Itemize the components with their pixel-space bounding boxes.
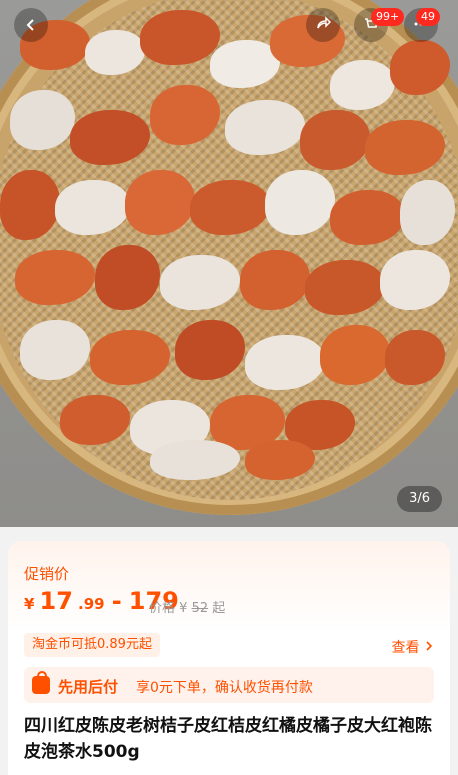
original-label: 价格 [149,601,176,616]
pay-later-title: 先用后付 [58,678,119,696]
price-low-decimal: .99 [78,595,105,613]
chevron-right-icon [424,640,434,656]
price-dash: - [111,587,122,615]
product-image-gallery[interactable]: 99+ 49 3/6 [0,0,458,527]
product-info-card: 促销价 ¥ 17 .99 - 179 价格 ¥ 52 起 淘金币可抵0.89元起… [8,541,450,775]
original-price: 价格 ¥ 52 起 [149,597,225,616]
pay-later-banner[interactable]: 先用后付 享0元下单，确认收货再付款 [24,667,434,703]
product-title: 四川红皮陈皮老树桔子皮红桔皮红橘皮橘子皮大红袍陈皮泡茶水500g [24,716,432,762]
bag-icon [32,671,50,694]
original-suffix: 起 [212,601,226,616]
back-button[interactable] [14,8,48,42]
coin-discount-tag: 淘金币可抵0.89元起 [24,633,160,657]
share-button[interactable] [306,8,340,42]
price-symbol: ¥ [24,595,35,613]
original-symbol: ¥ [179,601,188,616]
message-badge: 49 [416,8,440,26]
promo-label: 促销价 [24,565,70,583]
pay-later-description: 享0元下单，确认收货再付款 [136,680,313,696]
view-link[interactable]: 查看 [392,637,434,657]
original-value: 52 [191,601,209,616]
cart-badge: 99+ [371,8,405,26]
view-label: 查看 [391,640,420,656]
chevron-left-icon [24,13,38,37]
image-pager: 3/6 [397,486,442,512]
price-low-integer: 17 [39,587,73,615]
price-area: 促销价 ¥ 17 .99 - 179 价格 ¥ 52 起 [8,541,450,633]
share-icon [315,13,332,37]
